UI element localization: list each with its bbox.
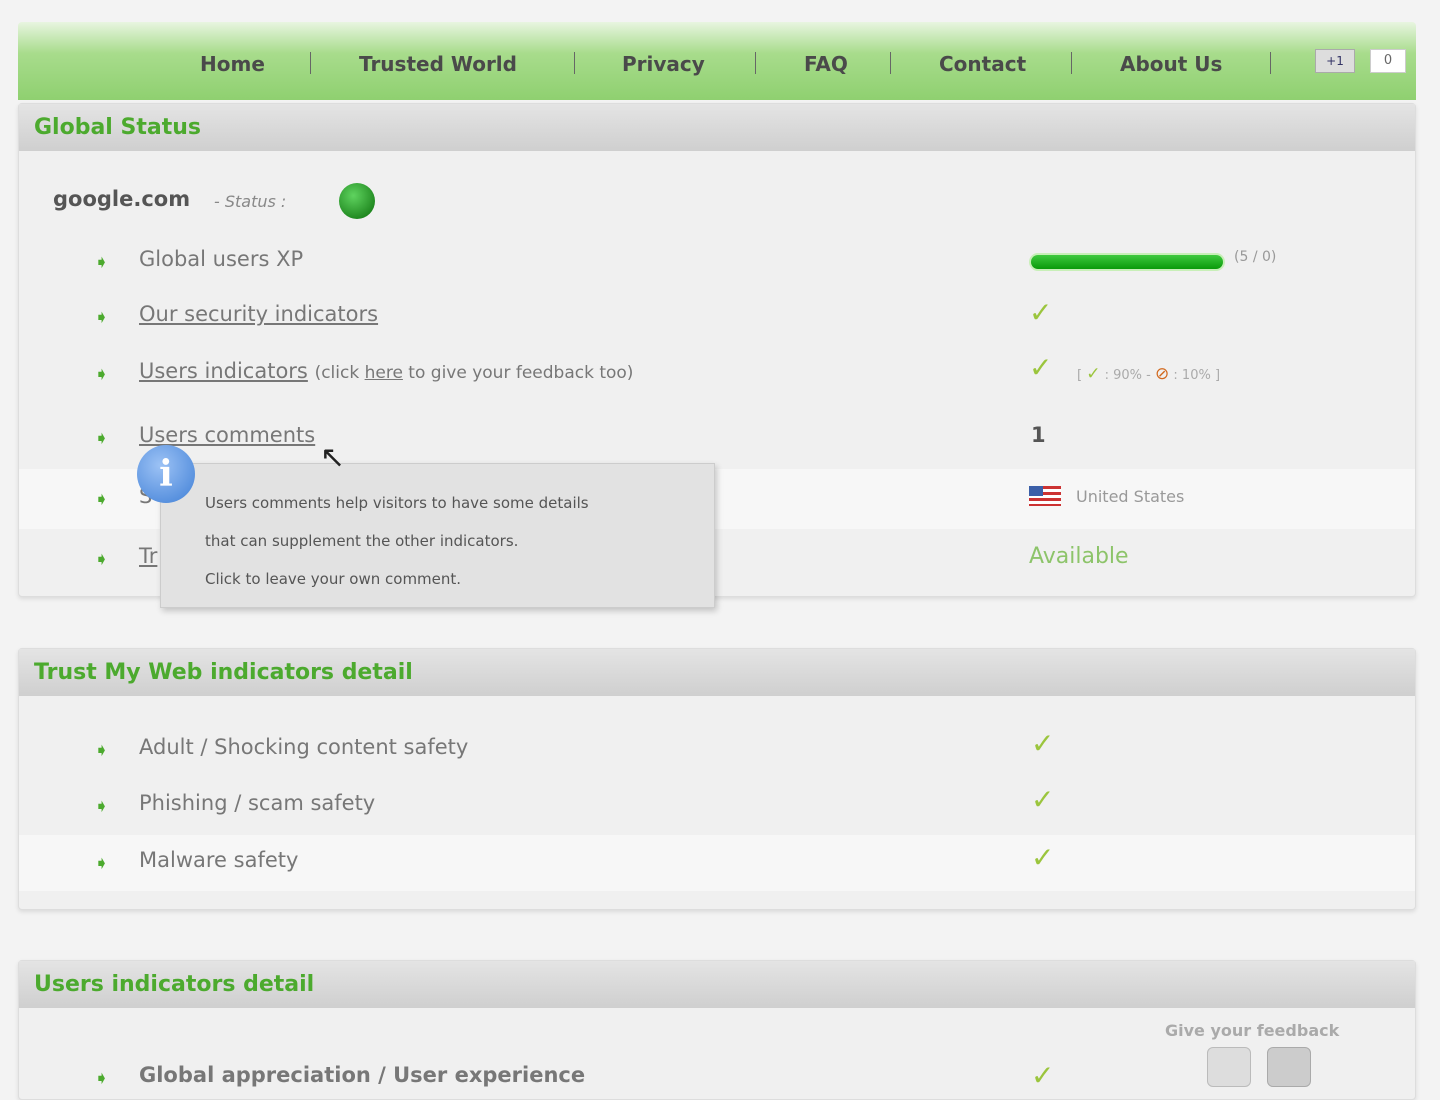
divider [1270,52,1271,74]
divider [574,52,575,74]
row-label[interactable]: Tr [139,544,157,568]
users-indicators-link[interactable]: Users indicators [139,359,308,383]
arrow-right-icon: ➧ [94,489,110,510]
nav-privacy[interactable]: Privacy [622,52,705,76]
row-label: Phishing / scam safety [139,791,376,815]
arrow-right-icon: ➧ [94,796,110,817]
status-green-icon [339,183,375,219]
row-label: Malware safety [139,848,299,872]
positive-percent: : 90% [1104,368,1143,383]
check-icon: ✓ [1029,351,1053,384]
users-comments-tooltip: Users comments help visitors to have som… [160,463,715,608]
check-icon: ✓ [1031,841,1055,874]
arrow-right-icon: ➧ [94,428,110,449]
check-icon: ✓ [1031,783,1055,816]
security-indicators-link[interactable]: Our security indicators [139,302,378,326]
hint-text: to give your feedback too) [402,363,634,383]
panel-title: Trust My Web indicators detail [19,649,1415,696]
list-item: ➧ Users comments 1 [19,423,1415,453]
arrow-right-icon: ➧ [94,549,110,570]
google-plus-button[interactable]: +1 [1315,49,1355,73]
arrow-right-icon: ➧ [94,853,110,874]
panel-title: Global Status [19,104,1415,151]
tooltip-line: that can supplement the other indicators… [205,532,519,550]
divider [755,52,756,74]
panel-title: Users indicators detail [19,961,1415,1008]
xp-progress-bar [1029,253,1225,271]
bracket: [ [1077,368,1083,383]
row-label: Adult / Shocking content safety [139,735,469,759]
top-nav: Home Trusted World Privacy FAQ Contact A… [18,22,1416,100]
list-item: ➧ Users indicators (click here to give y… [19,351,1415,389]
users-indicators-panel: Users indicators detail Give your feedba… [18,960,1416,1100]
check-icon: ✓ [1029,296,1053,329]
list-item: ➧ Adult / Shocking content safety ✓ [19,727,1415,765]
hint-text: (click [314,363,365,383]
arrow-right-icon: ➧ [94,740,110,761]
forbidden-icon: ⊘ [1155,364,1170,384]
check-icon: ✓ [1086,364,1101,384]
feedback-label: Give your feedback [1165,1021,1340,1040]
trust-indicators-panel: Trust My Web indicators detail ➧ Adult / … [18,648,1416,910]
tooltip-line: Click to leave your own comment. [205,570,462,588]
nav-trusted-world[interactable]: Trusted World [359,52,517,76]
divider [310,52,311,74]
list-item: ➧ Malware safety ✓ [19,835,1415,891]
divider [1071,52,1072,74]
arrow-right-icon: ➧ [94,1068,110,1089]
list-item: ➧ Global users XP (5 / 0) [19,247,1415,277]
us-flag-icon [1029,486,1061,506]
progress-fill [1031,255,1223,269]
row-label: Global appreciation / User experience [139,1063,586,1087]
row-label: Users indicators (click here to give you… [139,359,633,383]
nav-home[interactable]: Home [200,52,265,76]
bracket: ] [1214,368,1221,383]
domain-name: google.com [53,187,191,211]
feedback-here-link[interactable]: here [365,363,403,383]
mouse-cursor-icon: ↖ [320,440,346,475]
users-comments-link[interactable]: Users comments [139,423,315,447]
info-icon: i [137,445,195,503]
check-icon: ✓ [1031,1059,1055,1092]
google-plus-count: 0 [1370,49,1406,73]
progress-text: (5 / 0) [1234,249,1277,265]
list-item: ➧ Global appreciation / User experience ✓ [19,1059,1415,1093]
comments-count: 1 [1031,423,1046,447]
arrow-right-icon: ➧ [94,307,110,328]
nav-faq[interactable]: FAQ [804,52,848,76]
arrow-right-icon: ➧ [94,364,110,385]
availability-status: Available [1029,544,1129,569]
list-item: ➧ Our security indicators ✓ [19,296,1415,332]
user-rating-summary: [ ✓ : 90% - ⊘ : 10% ] [1077,364,1220,384]
tooltip-line: Users comments help visitors to have som… [205,494,589,512]
separator: - [1146,368,1151,383]
divider [890,52,891,74]
status-label: - Status : [214,192,287,211]
list-item: ➧ Phishing / scam safety ✓ [19,783,1415,821]
row-label: Global users XP [139,247,304,271]
negative-percent: : 10% [1173,368,1211,383]
check-icon: ✓ [1031,727,1055,760]
nav-contact[interactable]: Contact [939,52,1026,76]
arrow-right-icon: ➧ [94,252,110,273]
nav-about-us[interactable]: About Us [1120,52,1222,76]
server-country: United States [1076,487,1185,506]
